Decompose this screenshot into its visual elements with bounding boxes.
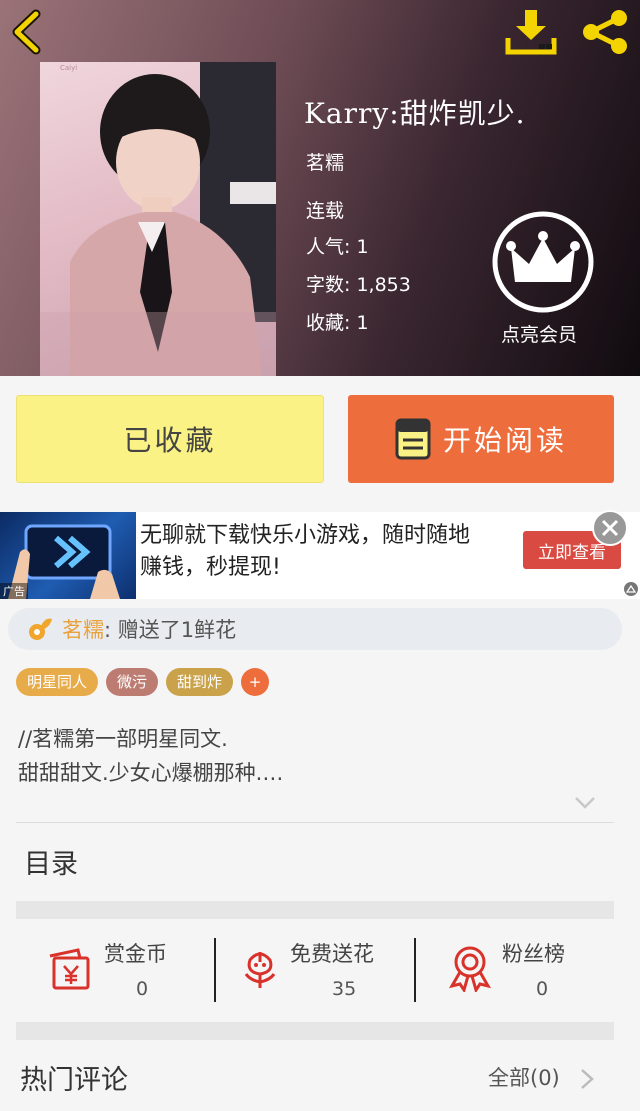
coin-envelope-icon (49, 948, 90, 990)
book-icon (395, 418, 431, 460)
section-separator (16, 1022, 614, 1040)
gift-notice: 茗糯 : 赠送了1鲜花 (8, 608, 622, 650)
gift-user[interactable]: 茗糯 (62, 614, 104, 644)
reward-coins-button[interactable]: 赏金币 0 (46, 934, 196, 1006)
tag-list: 明星同人 微污 甜到炸 + (16, 668, 270, 696)
chevron-right-icon[interactable] (580, 1068, 594, 1090)
book-favorites: 收藏: 1 (306, 312, 369, 334)
ad-image[interactable]: 广告 (0, 512, 136, 599)
book-wordcount: 字数: 1,853 (306, 274, 411, 296)
divider (214, 938, 216, 1002)
share-button[interactable] (579, 8, 631, 56)
table-of-contents[interactable]: 目录 (24, 842, 78, 881)
vip-button[interactable] (491, 210, 595, 314)
divider (414, 938, 416, 1002)
all-comments-link[interactable]: 全部(0) (488, 1062, 560, 1092)
ad-tag: 广告 (0, 583, 28, 599)
ad-info-icon[interactable] (624, 582, 638, 596)
description-line: //茗糯第一部明星同文. (18, 727, 228, 751)
flower-icon (244, 952, 276, 988)
book-description[interactable]: //茗糯第一部明星同文. 甜甜甜文.少女心爆棚那种.… (18, 722, 598, 790)
section-separator (16, 901, 614, 919)
favorite-button[interactable]: 已收藏 (16, 395, 324, 483)
download-button[interactable] (505, 8, 557, 56)
add-tag-button[interactable]: + (241, 668, 270, 696)
book-header: Caiyi Karry:甜炸凯少. 茗糯 连载 人气: 1 字数: 1,853 … (0, 0, 640, 376)
divider (16, 822, 614, 823)
download-icon (505, 10, 557, 55)
ad-text[interactable]: 无聊就下载快乐小游戏，随时随地赚钱，秒提现! (140, 520, 485, 584)
start-reading-button[interactable]: 开始阅读 (348, 395, 614, 483)
fan-ranking-button[interactable]: 粉丝榜 0 (446, 934, 606, 1006)
gift-action: : 赠送了1鲜花 (104, 618, 237, 642)
stat-value: 0 (536, 978, 549, 1000)
medal-icon (448, 946, 492, 992)
stat-label: 免费送花 (290, 942, 374, 966)
share-icon (583, 10, 627, 54)
crown-icon (492, 211, 594, 313)
stat-label: 赏金币 (104, 942, 167, 966)
book-cover-image: Caiyi (40, 62, 276, 376)
book-popularity: 人气: 1 (306, 236, 369, 258)
ad-close-button[interactable] (592, 510, 628, 546)
hot-comments-title: 热门评论 (20, 1065, 128, 1096)
book-status: 连载 (306, 200, 345, 222)
free-flower-button[interactable]: 免费送花 35 (236, 934, 396, 1006)
stat-value: 35 (332, 978, 357, 1000)
chevron-left-icon (12, 9, 41, 55)
tag-item[interactable]: 甜到炸 (166, 668, 234, 696)
tag-item[interactable]: 微污 (106, 668, 159, 696)
start-reading-label: 开始阅读 (442, 424, 567, 457)
book-title: Karry:甜炸凯少. (304, 97, 526, 130)
flower-icon (29, 618, 52, 640)
cover-watermark: Caiyi (60, 64, 78, 72)
stat-label: 粉丝榜 (502, 942, 565, 966)
book-author[interactable]: 茗糯 (306, 148, 344, 175)
description-line: 甜甜甜文.少女心爆棚那种.… (18, 761, 284, 785)
favorite-button-label: 已收藏 (123, 424, 217, 457)
chevron-down-icon[interactable] (574, 796, 596, 810)
back-button[interactable] (6, 8, 46, 56)
stat-value: 0 (136, 978, 149, 1000)
tag-item[interactable]: 明星同人 (16, 668, 99, 696)
close-icon (601, 519, 619, 537)
vip-label[interactable]: 点亮会员 (501, 320, 577, 347)
